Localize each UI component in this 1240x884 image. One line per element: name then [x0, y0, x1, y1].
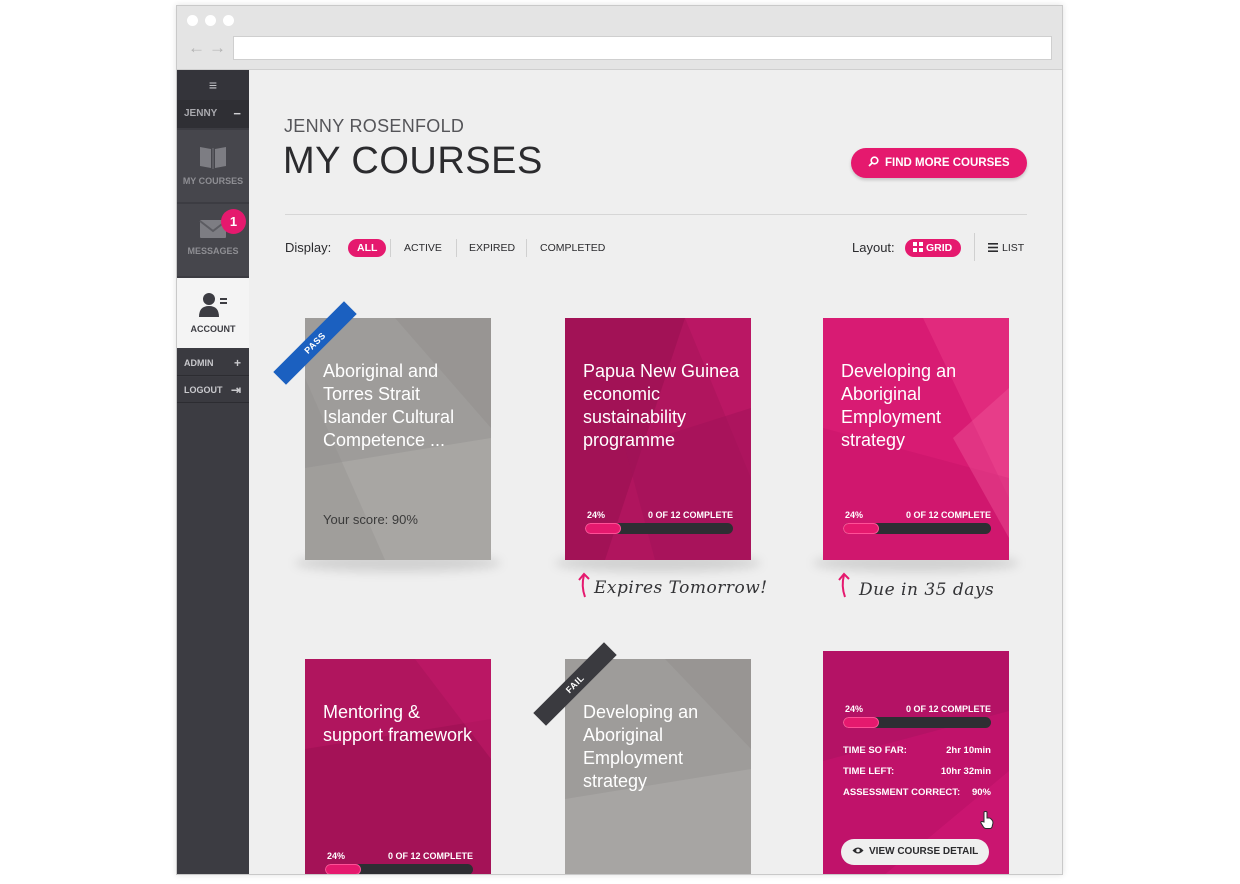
view-course-detail-button[interactable]: VIEW COURSE DETAIL	[841, 839, 989, 865]
sidebar: ≡ JENNY − MY COURSES MESSAGES 1 ACCOUNT …	[177, 70, 249, 874]
stat-time-so-far: TIME SO FAR: 2hr 10min	[843, 745, 991, 756]
sidebar-item-logout[interactable]: LOGOUT ⇥	[177, 377, 249, 403]
progress-percent: 24%	[327, 851, 346, 861]
browser-window: ← → ≡ JENNY − MY COURSES MESSAGES 1 ACCO…	[176, 5, 1063, 875]
window-maximize-dot[interactable]	[223, 15, 234, 26]
stat-label: TIME SO FAR:	[843, 745, 907, 756]
stat-value: 90%	[971, 787, 991, 798]
sidebar-item-label: ACCOUNT	[190, 324, 236, 334]
plus-icon: +	[233, 356, 241, 370]
stat-assessment-correct: ASSESSMENT CORRECT: 90%	[843, 787, 991, 798]
progress-fill	[585, 523, 621, 534]
layout-separator	[974, 233, 975, 261]
find-more-courses-button[interactable]: FIND MORE COURSES	[851, 148, 1027, 178]
sidebar-user[interactable]: JENNY −	[177, 100, 249, 128]
course-card[interactable]: Developing an Aboriginal Employment stra…	[823, 318, 1009, 560]
user-full-name: JENNY ROSENFOLD	[284, 116, 465, 136]
sidebar-item-messages[interactable]: MESSAGES 1	[177, 204, 249, 276]
address-bar[interactable]	[233, 36, 1052, 60]
filter-active[interactable]: ACTIVE	[404, 239, 442, 257]
back-arrow-icon[interactable]: ←	[188, 39, 205, 57]
sidebar-item-label: MESSAGES	[187, 246, 239, 256]
display-label: Display:	[285, 240, 332, 255]
progress-percent: 24%	[587, 510, 606, 520]
expiry-note: Expires Tomorrow!	[594, 578, 768, 598]
progress-bar	[843, 523, 991, 534]
progress-count: 0 OF 12 COMPLETE	[905, 510, 991, 520]
arrow-up-icon	[838, 572, 850, 598]
filter-completed[interactable]: COMPLETED	[540, 239, 605, 257]
grid-icon	[913, 242, 923, 253]
collapse-icon[interactable]: −	[233, 100, 241, 128]
message-count-badge: 1	[221, 209, 246, 234]
window-minimize-dot[interactable]	[205, 15, 216, 26]
progress-fill	[325, 864, 361, 874]
hand-cursor-icon	[980, 811, 994, 829]
progress-fill	[843, 717, 879, 728]
progress-bar	[843, 717, 991, 728]
main-content: JENNY ROSENFOLD MY COURSES FIND MORE COU…	[249, 70, 1062, 874]
header-divider	[285, 214, 1027, 215]
progress-bar	[585, 523, 733, 534]
sidebar-item-label: LOGOUT	[184, 385, 223, 395]
menu-icon[interactable]: ≡	[177, 70, 249, 100]
browser-chrome: ← →	[177, 6, 1062, 70]
sidebar-item-label: ADMIN	[184, 358, 214, 368]
progress-percent: 24%	[845, 704, 864, 714]
course-card[interactable]: Mentoring & support framework 24% 0 OF 1…	[305, 659, 491, 874]
forward-arrow-icon[interactable]: →	[209, 39, 226, 57]
progress-bar	[325, 864, 473, 874]
progress-percent: 24%	[845, 510, 864, 520]
view-course-detail-label: VIEW COURSE DETAIL	[869, 846, 979, 857]
layout-list-label: LIST	[1002, 242, 1025, 254]
course-card[interactable]: Aboriginal and Torres Strait Islander Cu…	[305, 318, 491, 560]
find-more-courses-label: FIND MORE COURSES	[885, 157, 1010, 169]
course-title: Papua New Guinea economic sustainability…	[583, 361, 740, 450]
sidebar-item-admin[interactable]: ADMIN +	[177, 350, 249, 376]
sidebar-item-label: MY COURSES	[182, 176, 244, 186]
logout-icon: ⇥	[230, 383, 241, 397]
course-title: Aboriginal and Torres Strait Islander Cu…	[323, 361, 455, 450]
stat-value: 2hr 10min	[946, 745, 991, 756]
search-icon	[868, 156, 879, 168]
course-card[interactable]: Developing an Aboriginal Employment stra…	[565, 659, 751, 874]
arrow-up-icon	[578, 572, 590, 598]
stat-value: 10hr 32min	[940, 766, 991, 777]
course-title: Developing an Aboriginal Employment stra…	[583, 702, 699, 791]
progress-count: 0 OF 12 COMPLETE	[647, 510, 733, 520]
course-title: Mentoring & support framework	[323, 702, 473, 745]
course-card-hovered[interactable]: 24% 0 OF 12 COMPLETE TIME SO FAR: 2hr 10…	[823, 651, 1009, 874]
eye-icon	[852, 847, 864, 854]
layout-grid-label: GRID	[926, 242, 953, 254]
stat-label: TIME LEFT:	[843, 766, 895, 777]
filter-all[interactable]: ALL	[348, 239, 387, 257]
user-icon	[199, 293, 227, 317]
progress-count: 0 OF 12 COMPLETE	[387, 851, 473, 861]
card-texture	[305, 659, 491, 874]
book-icon	[200, 147, 226, 169]
filter-separator	[456, 239, 457, 257]
stat-time-left: TIME LEFT: 10hr 32min	[843, 766, 991, 777]
stat-label: ASSESSMENT CORRECT:	[843, 787, 961, 798]
window-close-dot[interactable]	[187, 15, 198, 26]
filter-separator	[526, 239, 527, 257]
progress-fill	[843, 523, 879, 534]
sidebar-user-name: JENNY	[184, 108, 218, 119]
filter-expired[interactable]: EXPIRED	[469, 239, 515, 257]
page-title: MY COURSES	[283, 140, 543, 182]
layout-label: Layout:	[852, 240, 895, 255]
course-title: Developing an Aboriginal Employment stra…	[841, 361, 957, 450]
layout-grid-button[interactable]: GRID	[905, 239, 962, 257]
progress-count: 0 OF 12 COMPLETE	[905, 704, 991, 714]
due-note: Due in 35 days	[859, 580, 995, 600]
course-card[interactable]: Papua New Guinea economic sustainability…	[565, 318, 751, 560]
course-score: Your score: 90%	[323, 512, 418, 527]
sidebar-item-account[interactable]: ACCOUNT	[177, 278, 249, 348]
list-icon	[988, 242, 998, 252]
sidebar-item-my-courses[interactable]: MY COURSES	[177, 130, 249, 202]
layout-list-button[interactable]: LIST	[988, 239, 1024, 257]
filter-separator	[390, 239, 391, 257]
